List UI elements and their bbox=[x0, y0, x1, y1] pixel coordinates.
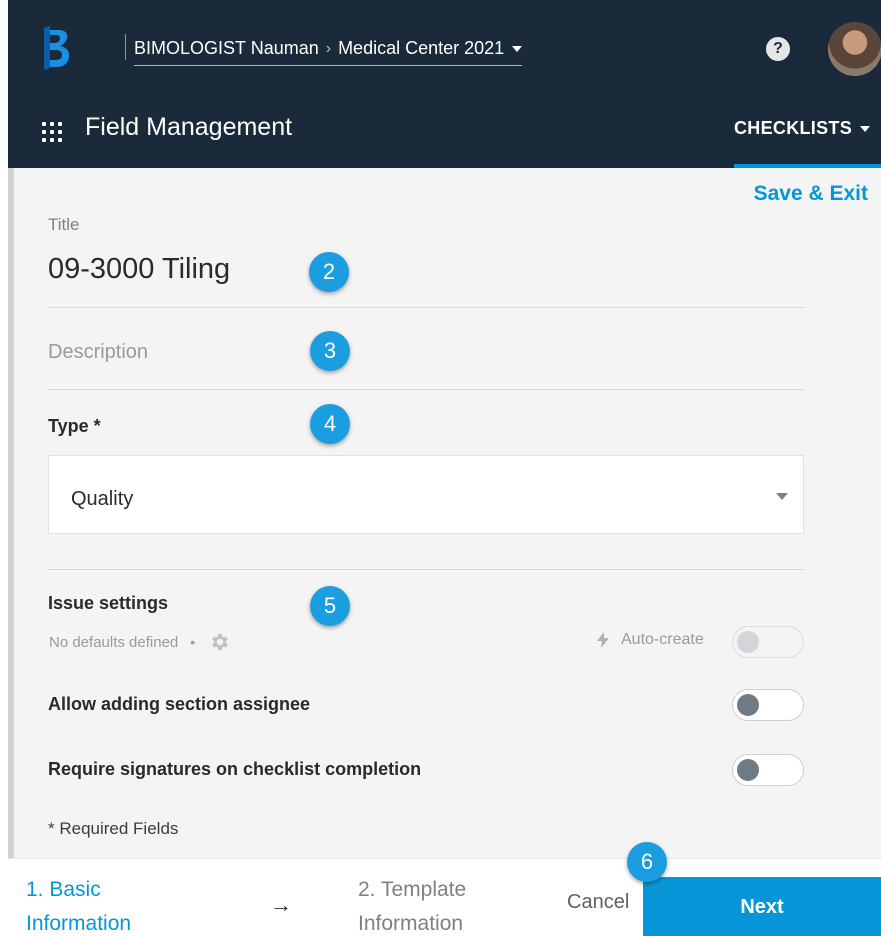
top-bar: BIMOLOGIST Nauman › Medical Center 2021 … bbox=[8, 0, 881, 96]
wizard-footer: 1. Basic Information → 2. Template Infor… bbox=[8, 858, 881, 936]
type-label: Type * bbox=[48, 416, 101, 436]
header-divider bbox=[125, 34, 126, 60]
help-icon[interactable]: ? bbox=[766, 37, 790, 61]
allow-assignee-label: Allow adding section assignee bbox=[48, 694, 311, 714]
step2-line2: Information bbox=[358, 912, 464, 935]
divider bbox=[48, 389, 804, 390]
callout-badge-6: 6 bbox=[627, 842, 667, 882]
require-signatures-toggle[interactable] bbox=[732, 754, 804, 786]
checklists-menu-label: CHECKLISTS bbox=[734, 118, 853, 138]
breadcrumb-chevron-icon: › bbox=[325, 39, 332, 57]
issue-defaults-row: No defaults defined • bbox=[49, 631, 231, 653]
checklists-menu[interactable]: CHECKLISTS bbox=[734, 118, 871, 139]
step2-line1: 2. Template bbox=[358, 878, 467, 901]
allow-assignee-toggle[interactable] bbox=[732, 689, 804, 721]
required-fields-note: * Required Fields bbox=[48, 819, 179, 838]
title-input[interactable]: 09-3000 Tiling bbox=[48, 253, 230, 286]
auto-create-label: Auto-create bbox=[621, 631, 704, 648]
no-defaults-text: No defaults defined bbox=[49, 633, 179, 651]
checklists-caret-icon bbox=[860, 125, 871, 132]
step1-line2: Information bbox=[26, 912, 132, 935]
description-input[interactable]: Description bbox=[48, 341, 148, 364]
next-button[interactable]: Next bbox=[643, 877, 881, 936]
project-breadcrumb[interactable]: BIMOLOGIST Nauman › Medical Center 2021 bbox=[134, 36, 523, 66]
require-signatures-label: Require signatures on checklist completi… bbox=[48, 759, 422, 779]
breadcrumb-account[interactable]: BIMOLOGIST Nauman bbox=[134, 38, 319, 59]
user-avatar[interactable] bbox=[828, 22, 881, 76]
app-launcher-grid-icon[interactable] bbox=[42, 122, 62, 142]
title-label: Title bbox=[48, 215, 80, 234]
divider bbox=[48, 569, 804, 570]
breadcrumb-project[interactable]: Medical Center 2021 bbox=[338, 38, 504, 59]
toggle-knob bbox=[737, 631, 759, 653]
cancel-button[interactable]: Cancel bbox=[567, 891, 629, 914]
step-basic-information[interactable]: 1. Basic Information bbox=[26, 873, 186, 936]
auto-create-toggle[interactable] bbox=[732, 626, 804, 658]
callout-badge-4: 4 bbox=[310, 404, 350, 444]
step1-line1: 1. Basic bbox=[26, 878, 101, 901]
bim360-logo-icon[interactable] bbox=[42, 26, 72, 70]
callout-badge-5: 5 bbox=[310, 586, 350, 626]
project-dropdown-caret-icon[interactable] bbox=[512, 45, 523, 52]
toggle-knob bbox=[737, 694, 759, 716]
callout-badge-2: 2 bbox=[309, 252, 349, 292]
issue-settings-label: Issue settings bbox=[48, 593, 169, 613]
type-select[interactable]: Quality bbox=[48, 455, 804, 534]
gear-icon[interactable] bbox=[209, 631, 231, 653]
type-select-value: Quality bbox=[71, 488, 134, 510]
separator-dot: • bbox=[190, 634, 196, 650]
divider bbox=[48, 307, 804, 308]
checklist-form: Save & Exit Title 09-3000 Tiling 2 Descr… bbox=[8, 168, 881, 858]
module-bar: Field Management CHECKLISTS bbox=[8, 96, 881, 168]
module-title: Field Management bbox=[85, 113, 293, 141]
auto-create-row: Auto-create bbox=[597, 631, 704, 649]
step-arrow-icon: → bbox=[270, 892, 292, 917]
callout-badge-3: 3 bbox=[310, 331, 350, 371]
step-template-information[interactable]: 2. Template Information bbox=[358, 873, 528, 936]
save-exit-button[interactable]: Save & Exit bbox=[754, 182, 868, 206]
lightning-bolt-icon bbox=[597, 632, 609, 648]
toggle-knob bbox=[737, 759, 759, 781]
select-arrow-icon bbox=[776, 493, 788, 500]
